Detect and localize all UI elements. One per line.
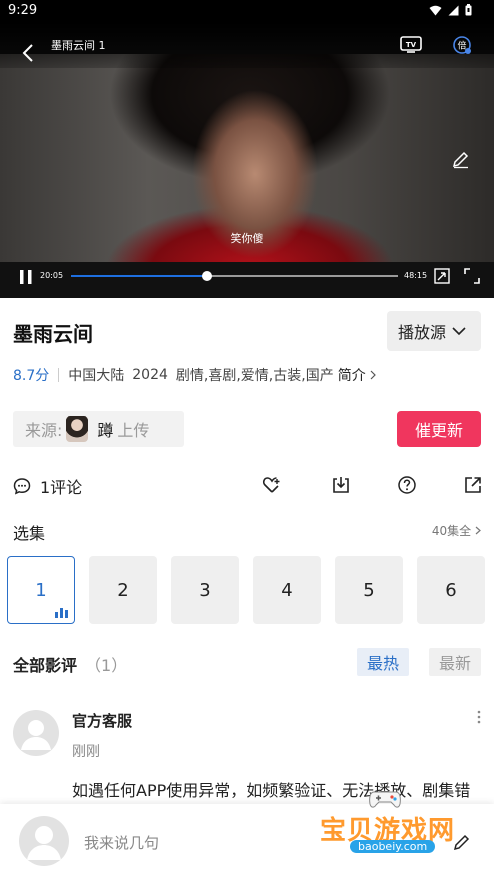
watermark: 宝贝游戏网 baobeiy.com [320,786,470,856]
current-time: 20:05 [40,271,64,280]
watermark-url: baobeiy.com [350,840,436,853]
more-vertical-icon[interactable] [476,710,482,724]
speed-button[interactable]: 倍 [452,35,472,55]
chevron-right-icon [475,526,481,535]
cast-tv-button[interactable]: TV [400,35,422,53]
comment-author[interactable]: 官方客服 [72,710,132,731]
comment-input[interactable]: 我来说几句 [84,832,159,853]
speed-label: 倍 [457,40,466,52]
episode-tile[interactable]: 2 [89,556,157,624]
video-player[interactable]: 墨雨云间 1 TV 倍 笑你傻 20:05 48:15 [0,22,494,298]
gamepad-icon [369,791,401,808]
year: 2024 [132,367,168,383]
tab-hottest[interactable]: 最热 [357,648,409,676]
video-title: 墨雨云间 1 [51,39,106,52]
all-episodes-label: 40集全 [431,524,472,538]
signal-icon [448,5,459,15]
favorite-heart-icon[interactable] [262,475,282,495]
all-episodes-link[interactable]: 40集全 [432,522,481,539]
episode-number: 2 [117,579,129,601]
status-icons [429,4,472,16]
episodes-heading: 选集 [13,524,46,543]
uploader-tag[interactable]: 来源: 蹲 上传 [13,411,184,447]
uploader-name: 蹲 [97,421,114,440]
fullscreen-icon[interactable] [464,268,480,284]
episode-tile[interactable]: 4 [253,556,321,624]
comment-icon [13,478,31,495]
show-title: 墨雨云间 [13,322,93,346]
reviews-count: （1） [85,656,128,675]
status-time: 9:29 [8,3,38,18]
episode-tile[interactable]: 3 [171,556,239,624]
uploader-label: 来源: [25,421,63,440]
download-icon[interactable] [331,475,351,495]
my-avatar [19,816,69,866]
speed-icon: 倍 [453,36,471,54]
source-select-button[interactable]: 播放源 [387,311,481,351]
intro-label: 简介 [337,368,366,384]
video-subtitle: 笑你傻 [230,232,264,245]
rating-score: 8.7分 [13,368,50,384]
progress-fill [71,275,207,277]
battery-icon [465,4,472,16]
pip-icon[interactable] [434,268,450,284]
episode-tile[interactable]: 6 [417,556,485,624]
comments-link[interactable]: 1评论 [13,474,82,498]
comment-time: 刚刚 [72,744,100,760]
chevron-right-icon [370,370,377,380]
now-playing-icon [55,608,68,618]
progress-bar[interactable] [71,271,398,281]
episode-tile[interactable]: 5 [335,556,403,624]
total-time: 48:15 [404,271,428,280]
player-controls: 20:05 48:15 [0,262,494,298]
episode-list: 1 2 3 4 5 6 [7,556,485,624]
meta-divider [58,368,60,382]
episode-tile[interactable]: 1 [7,556,75,624]
uploader-avatar [66,416,89,442]
progress-thumb[interactable] [201,271,212,281]
request-update-button[interactable]: 催更新 [397,411,481,447]
wifi-icon [429,5,442,15]
user-icon [21,720,51,750]
show-meta: 8.7分 中国大陆 2024 剧情,喜剧,爱情,古装,国产 简介 [13,365,377,385]
chevron-down-icon [452,327,466,336]
source-label: 播放源 [398,323,447,342]
video-frame[interactable] [0,54,494,284]
region: 中国大陆 [68,368,125,384]
tv-icon: TV [400,36,422,53]
reviews-title: 全部影评 [13,656,78,675]
episode-number: 3 [199,579,211,601]
episode-number: 4 [281,579,293,601]
reviews-heading: 全部影评 （1） [13,652,127,676]
pencil-icon[interactable] [451,149,471,169]
genres: 剧情,喜剧,爱情,古装,国产 [175,368,334,384]
share-icon[interactable] [463,475,483,495]
status-bar: 9:29 [0,0,494,22]
comment-count: 1评论 [40,478,83,497]
episode-number: 1 [35,579,47,601]
episode-number: 5 [363,579,375,601]
back-arrow-icon[interactable] [18,42,40,64]
uploader-action: 上传 [117,421,150,440]
user-icon [27,826,61,860]
pause-icon[interactable] [18,269,34,285]
intro-link[interactable]: 简介 [337,365,377,385]
avatar[interactable] [13,710,59,756]
episode-number: 6 [445,579,457,601]
help-icon[interactable] [397,475,417,495]
tv-label: TV [406,41,417,49]
tab-newest[interactable]: 最新 [429,648,481,676]
